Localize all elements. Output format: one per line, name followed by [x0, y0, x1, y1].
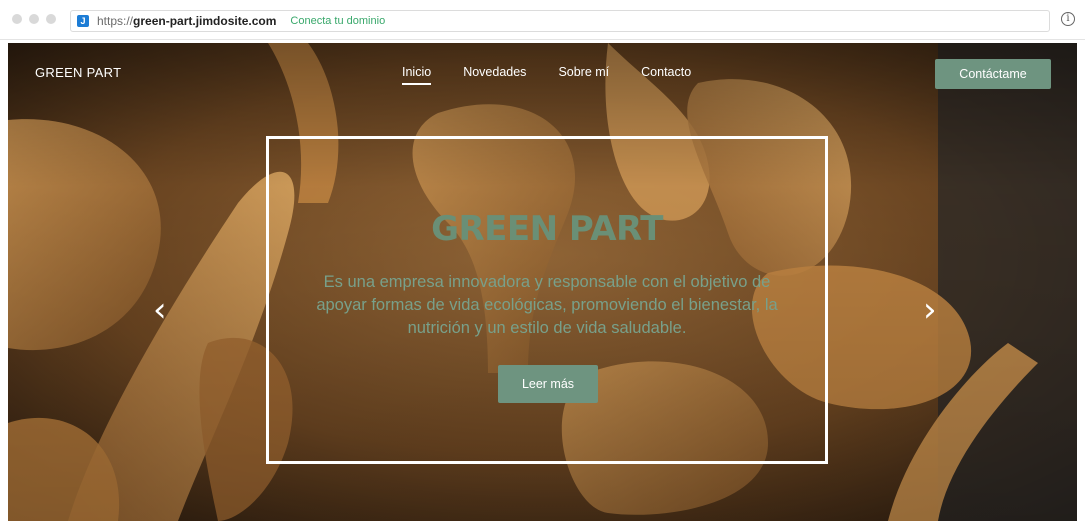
- nav-item-contacto[interactable]: Contacto: [641, 65, 691, 83]
- nav-item-inicio[interactable]: Inicio: [402, 65, 432, 85]
- maximize-window-dot[interactable]: [46, 14, 56, 24]
- url-scheme: https://: [97, 14, 134, 28]
- nav-item-novedades[interactable]: Novedades: [463, 65, 526, 83]
- window-controls: [12, 14, 56, 24]
- jimdo-favicon-icon: J: [77, 15, 89, 27]
- hero-headline: GREEN PART: [431, 209, 663, 249]
- address-bar[interactable]: J https:// green-part.jimdosite.com Cone…: [70, 10, 1050, 32]
- read-more-button[interactable]: Leer más: [498, 365, 598, 403]
- slider-prev-arrow-icon[interactable]: ‹: [153, 293, 167, 327]
- url-host: green-part.jimdosite.com: [133, 14, 277, 28]
- slider-next-arrow-icon[interactable]: ›: [923, 293, 937, 327]
- connect-domain-link[interactable]: Conecta tu dominio: [290, 15, 385, 27]
- site-logo-text[interactable]: GREEN PART: [35, 65, 121, 80]
- hero-tagline: Es una empresa innovadora y responsable …: [316, 273, 778, 337]
- hero-section: GREEN PART Inicio Novedades Sobre mí Con…: [8, 43, 1077, 521]
- site-header: GREEN PART Inicio Novedades Sobre mí Con…: [8, 43, 1077, 101]
- contact-me-button[interactable]: Contáctame: [935, 59, 1051, 89]
- main-navigation: Inicio Novedades Sobre mí Contacto: [402, 65, 723, 85]
- browser-toolbar: J https:// green-part.jimdosite.com Cone…: [0, 0, 1085, 40]
- close-window-dot[interactable]: [12, 14, 22, 24]
- nav-item-sobre-mi[interactable]: Sobre mí: [558, 65, 609, 83]
- info-icon[interactable]: i: [1061, 12, 1075, 26]
- minimize-window-dot[interactable]: [29, 14, 39, 24]
